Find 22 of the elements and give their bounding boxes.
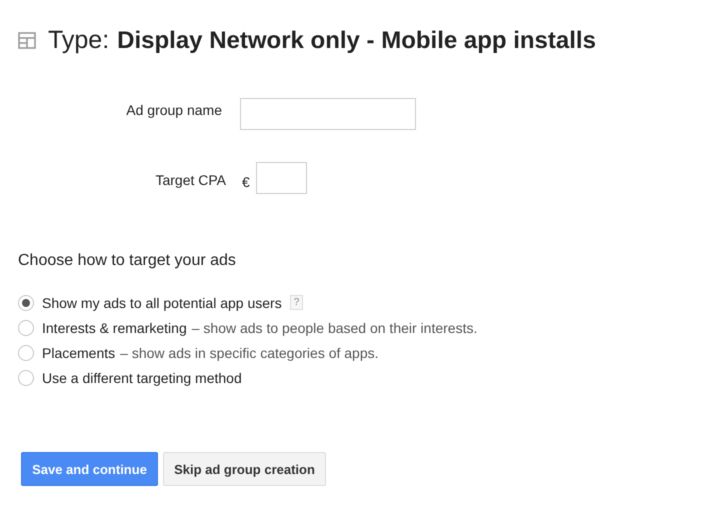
option-description: – show ads to people based on their interests. <box>192 320 478 336</box>
field-label: Ad group name <box>125 101 223 120</box>
help-icon[interactable]: ? <box>290 295 304 310</box>
radio-button[interactable] <box>18 320 34 336</box>
radio-button[interactable] <box>18 344 34 360</box>
campaign-type: Display Network only - Mobile app installs <box>117 26 596 54</box>
save-button[interactable]: Save and continue <box>21 452 158 486</box>
radio-button[interactable] <box>18 294 34 310</box>
option-label: Use a different targeting method <box>42 370 242 386</box>
field-label: Target CPA <box>154 171 226 190</box>
option-description: – show ads in specific categories of apps. <box>120 344 379 360</box>
type-label: Type: <box>48 26 110 54</box>
input-field[interactable] <box>240 98 416 130</box>
skip-button[interactable]: Skip ad group creation <box>163 452 326 486</box>
radio-button[interactable] <box>18 370 34 386</box>
section-heading: Choose how to target your ads <box>18 252 237 270</box>
option-label: Interests & remarketing <box>42 320 187 336</box>
option-label: Placements <box>42 344 116 360</box>
option-label: Show my ads to all potential app users <box>42 294 282 310</box>
input-field[interactable] <box>256 162 307 194</box>
layout-icon <box>18 32 36 48</box>
currency-symbol: € <box>242 173 250 190</box>
